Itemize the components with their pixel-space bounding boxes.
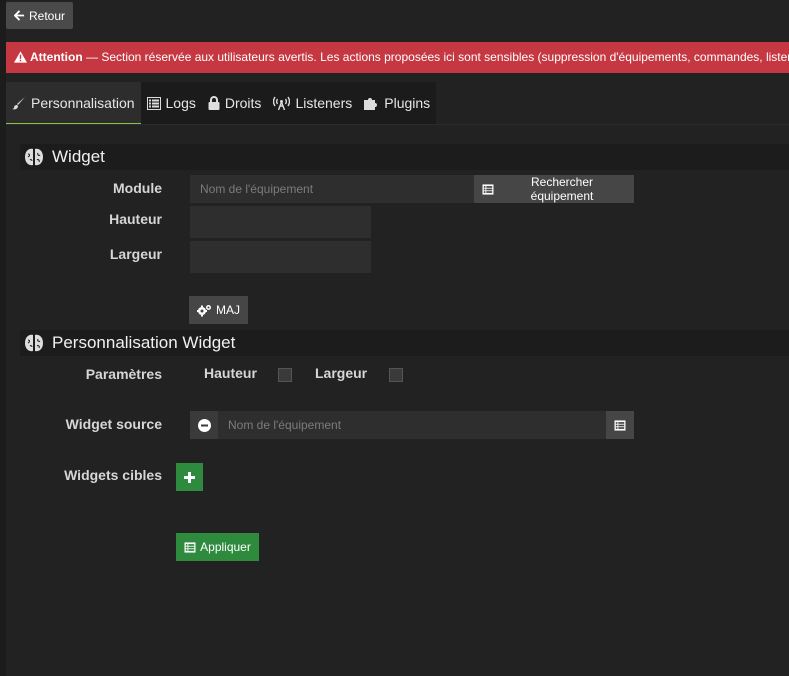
list-icon: [184, 541, 196, 553]
tab-droits[interactable]: Droits: [202, 82, 268, 124]
gears-icon: [197, 304, 212, 317]
search-button-label: Rechercher équipement: [530, 175, 594, 203]
widget-targets-label: Widgets cibles: [64, 467, 162, 483]
widget-section-header: Widget: [20, 144, 789, 170]
arrow-left-icon: [14, 10, 25, 21]
widget-source-label: Widget source: [65, 416, 162, 432]
tab-bar-divider: [6, 124, 789, 125]
add-target-button[interactable]: [176, 463, 203, 491]
params-label: Paramètres: [85, 366, 162, 382]
param-height-label: Hauteur: [204, 365, 257, 381]
select-source-button[interactable]: [606, 411, 634, 439]
puzzle-icon: [364, 96, 379, 110]
section-title: Widget: [52, 147, 105, 166]
search-equipment-button[interactable]: Rechercher équipement: [474, 175, 634, 203]
alert-title: Attention: [30, 50, 83, 64]
param-width-checkbox[interactable]: [389, 368, 403, 382]
tab-plugins[interactable]: Plugins: [358, 82, 436, 124]
tab-label: Personnalisation: [31, 94, 135, 111]
list-icon: [146, 96, 161, 110]
update-button-label: MAJ: [216, 303, 240, 317]
section-title: Personnalisation Widget: [52, 333, 236, 352]
back-button[interactable]: Retour: [6, 2, 74, 29]
tab-label: Listeners: [295, 95, 353, 111]
brush-icon: [12, 96, 26, 110]
list-icon: [482, 183, 494, 195]
tab-bar: Personnalisation Logs Droits Listeners P…: [6, 82, 437, 124]
lock-icon: [208, 96, 220, 110]
tab-logs[interactable]: Logs: [141, 82, 202, 124]
brain-icon: [24, 148, 44, 166]
height-label: Hauteur: [109, 211, 162, 227]
antenna-icon: [273, 96, 291, 110]
warning-alert: Attention — Section réservée aux utilisa…: [6, 42, 789, 73]
tab-label: Plugins: [384, 95, 431, 111]
remove-source-button[interactable]: [190, 411, 218, 439]
width-label: Largeur: [109, 246, 162, 262]
alert-message: — Section réservée aux utilisateurs aver…: [82, 50, 789, 64]
tab-personnalisation[interactable]: Personnalisation: [6, 82, 141, 124]
brain-icon: [24, 334, 44, 352]
tab-label: Logs: [165, 95, 196, 111]
apply-button-label: Appliquer: [200, 540, 251, 554]
warning-icon: [14, 51, 27, 63]
custom-section-header: Personnalisation Widget: [20, 330, 789, 356]
module-label: Module: [113, 180, 162, 196]
list-icon: [614, 419, 626, 431]
param-width-label: Largeur: [315, 365, 368, 381]
tab-listeners[interactable]: Listeners: [267, 82, 358, 124]
height-input[interactable]: [190, 206, 371, 238]
minus-circle-icon: [197, 418, 211, 432]
tab-label: Droits: [224, 95, 262, 111]
param-height-checkbox[interactable]: [278, 368, 292, 382]
apply-button[interactable]: Appliquer: [176, 533, 259, 561]
back-button-label: Retour: [29, 8, 66, 23]
plus-icon: [184, 471, 195, 483]
width-input[interactable]: [190, 241, 371, 273]
widget-source-input[interactable]: [218, 411, 606, 439]
update-button[interactable]: MAJ: [189, 296, 248, 324]
module-input[interactable]: [190, 175, 474, 203]
